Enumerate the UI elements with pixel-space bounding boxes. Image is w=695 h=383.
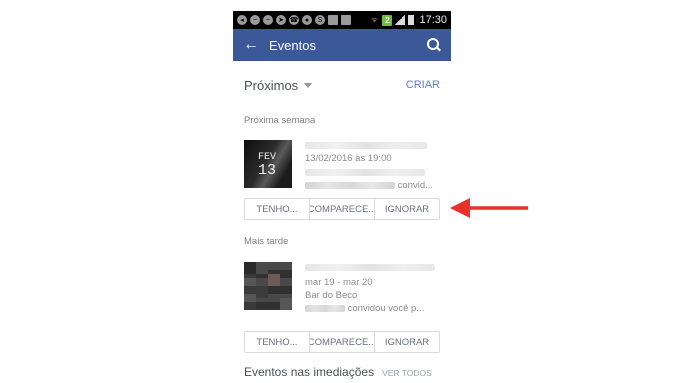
event-date: 13/02/2016 às 19:00	[305, 153, 392, 164]
photo-icon	[341, 15, 351, 25]
signal-icon	[395, 15, 406, 25]
see-all-link[interactable]: VER TODOS	[382, 368, 432, 378]
clock: 17:30	[419, 14, 447, 26]
event-invite: convidou você p...	[305, 303, 424, 314]
event-location-blurred	[305, 167, 425, 178]
search-icon[interactable]	[427, 38, 441, 52]
thumb-day: 13	[258, 162, 277, 179]
event-title-blurred[interactable]	[305, 140, 427, 151]
maybe-button[interactable]: COMPARECE...	[310, 332, 375, 352]
filter-row: Próximos CRIAR	[244, 77, 440, 93]
wifi-icon: ᯤ	[371, 16, 378, 24]
invite-text: convid...	[397, 180, 434, 191]
sim-badge: 2	[382, 14, 393, 26]
section-next-week: Próxima semana	[244, 115, 316, 126]
telegram-icon: ➤	[276, 15, 286, 25]
arrow-left-icon[interactable]: ←	[243, 36, 263, 54]
status-bar: ◂ ~ ~ ➤ ☎ ● S ᯤ 2 17:30	[233, 11, 451, 29]
ignore-button[interactable]: IGNORAR	[375, 199, 439, 219]
ring-icon: ●	[302, 15, 312, 25]
going-button[interactable]: TENHO...	[245, 332, 310, 352]
event-actions: TENHO... COMPARECE... IGNORAR	[244, 198, 440, 220]
event-title-blurred[interactable]	[305, 262, 435, 273]
create-event-button[interactable]: CRIAR	[406, 79, 440, 91]
back-notification-icon: ◂	[237, 15, 247, 25]
ignore-button[interactable]: IGNORAR	[375, 332, 439, 352]
event-actions: TENHO... COMPARECE... IGNORAR	[244, 331, 440, 353]
event-location: Bar do Beco	[305, 290, 358, 301]
nearby-title: Eventos nas imediações	[244, 365, 375, 379]
phone-screen: ◂ ~ ~ ➤ ☎ ● S ᯤ 2 17:30 ← Eventos Próxim…	[233, 11, 451, 383]
skype-icon: S	[315, 15, 325, 25]
event-thumbnail[interactable]: FEV 13	[244, 140, 292, 188]
event-date: mar 19 - mar 20	[305, 277, 373, 288]
maybe-button[interactable]: COMPARECE...	[310, 199, 375, 219]
event-invite: convid...	[305, 180, 433, 191]
app-bar: ← Eventos	[233, 29, 451, 61]
messenger-icon: ~	[263, 15, 273, 25]
filter-dropdown[interactable]: Próximos	[244, 78, 298, 93]
chevron-down-icon[interactable]	[304, 82, 313, 88]
battery-icon	[408, 15, 415, 25]
going-button[interactable]: TENHO...	[245, 199, 310, 219]
whatsapp-icon: ☎	[289, 15, 299, 25]
section-later: Mais tarde	[244, 236, 289, 247]
event-thumbnail[interactable]	[244, 262, 292, 310]
invite-text: convidou você p...	[347, 303, 425, 314]
annotation-arrow-icon	[450, 198, 528, 218]
page-title: Eventos	[269, 37, 316, 53]
messenger-icon: ~	[250, 15, 260, 25]
image-icon	[328, 15, 338, 25]
nearby-header: Eventos nas imediações VER TODOS	[244, 365, 440, 379]
